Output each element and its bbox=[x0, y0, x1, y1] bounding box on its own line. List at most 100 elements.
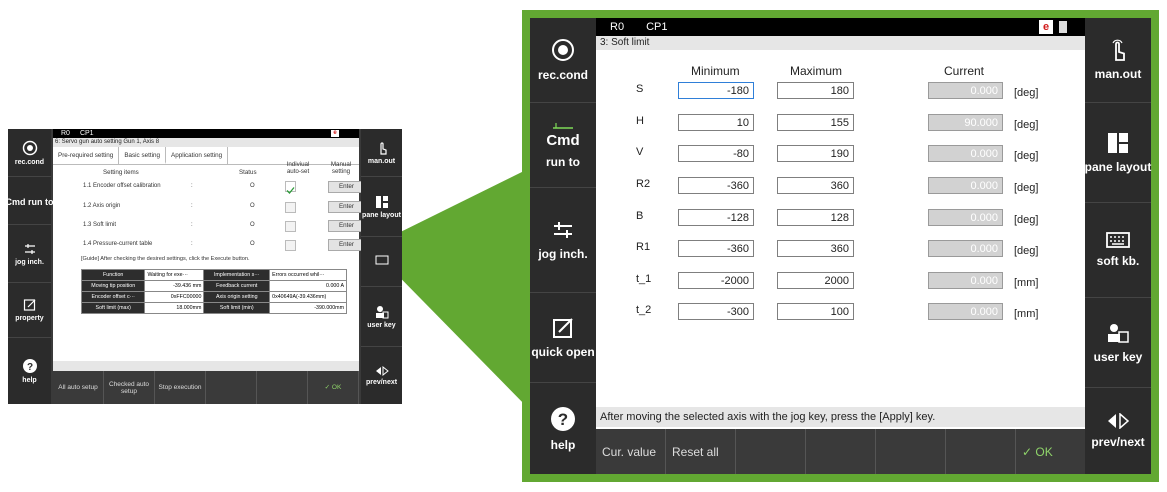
max-input-s[interactable]: 180 bbox=[777, 82, 854, 99]
small-row-checkbox[interactable] bbox=[285, 221, 296, 232]
empty-softkey[interactable] bbox=[206, 371, 257, 404]
sliders-icon bbox=[24, 243, 35, 254]
small-user-key-button[interactable]: user key bbox=[361, 287, 402, 347]
unit-label: [deg] bbox=[1014, 150, 1039, 162]
table-row: Soft limit (max) 18.000mm Soft limit (mi… bbox=[80, 302, 347, 314]
table-row: Encoder offset c··· 0xFFC00000 Axis orig… bbox=[80, 291, 347, 303]
small-jog-inch-button[interactable]: jog inch. bbox=[8, 225, 51, 283]
axis-label: R1 bbox=[636, 241, 651, 253]
user-key-button[interactable]: user key bbox=[1085, 298, 1151, 388]
small-ok-button[interactable]: ✓ OK bbox=[308, 371, 359, 404]
empty-softkey[interactable] bbox=[946, 429, 1016, 474]
small-tool-label: CP1 bbox=[79, 130, 94, 137]
small-row-label-2: 1.2 Axis origin bbox=[83, 203, 121, 209]
quick-open-button[interactable]: quick open bbox=[530, 293, 596, 383]
min-input-r1[interactable]: -360 bbox=[678, 240, 754, 257]
small-row-enter-button[interactable]: Enter bbox=[328, 239, 365, 251]
all-auto-setup-button[interactable]: All auto setup bbox=[53, 371, 104, 404]
min-input-t1[interactable]: -2000 bbox=[678, 272, 754, 289]
min-input-v[interactable]: -80 bbox=[678, 145, 754, 162]
min-input-h[interactable]: 10 bbox=[678, 114, 754, 131]
prev-next-icon bbox=[375, 365, 389, 376]
jog-inch-button[interactable]: jog inch. bbox=[530, 188, 596, 293]
empty-softkey[interactable] bbox=[876, 429, 946, 474]
small-property-button[interactable]: property bbox=[8, 283, 51, 338]
max-input-r1[interactable]: 360 bbox=[777, 240, 854, 257]
reset-all-button[interactable]: Reset all bbox=[666, 429, 736, 474]
small-robot-label: R0 bbox=[61, 130, 70, 137]
small-man-out-button[interactable]: man.out bbox=[361, 129, 402, 177]
pane-layout-button[interactable]: pane layout bbox=[1085, 103, 1151, 203]
table-row: Function Waiting for exe··· Implementati… bbox=[80, 269, 347, 281]
hand-pointer-icon bbox=[1112, 39, 1125, 61]
empty-softkey[interactable] bbox=[806, 429, 876, 474]
small-row-enter-button[interactable]: Enter bbox=[328, 181, 365, 193]
empty-softkey[interactable] bbox=[257, 371, 308, 404]
ok-button[interactable]: ✓ OK bbox=[1016, 429, 1085, 474]
max-input-t1[interactable]: 2000 bbox=[777, 272, 854, 289]
min-input-t2[interactable]: -300 bbox=[678, 303, 754, 320]
current-value: 0.000 bbox=[928, 303, 1003, 320]
grid-cell: Soft limit (min) bbox=[203, 302, 271, 314]
min-input-b[interactable]: -128 bbox=[678, 209, 754, 226]
small-prev-next-button[interactable]: prev/next bbox=[361, 347, 402, 404]
help-icon: ? bbox=[22, 359, 37, 373]
stop-execution-button[interactable]: Stop execution bbox=[155, 371, 206, 404]
small-row-enter-button[interactable]: Enter bbox=[328, 201, 365, 213]
help-button[interactable]: ? help bbox=[530, 383, 596, 474]
robot-label: R0 bbox=[610, 21, 625, 33]
tab-application-setting[interactable]: Application setting bbox=[166, 147, 229, 164]
small-error-flag[interactable]: e bbox=[331, 130, 339, 137]
keyboard-icon bbox=[1106, 232, 1130, 248]
small-row-status: O bbox=[250, 183, 255, 189]
layout-icon bbox=[375, 195, 388, 208]
small-cmd-run-button[interactable]: Cmd run to bbox=[6, 177, 54, 225]
tab-pre-required[interactable]: Pre-required setting bbox=[53, 147, 120, 164]
prev-next-button[interactable]: prev/next bbox=[1085, 388, 1151, 474]
max-input-h[interactable]: 155 bbox=[777, 114, 854, 131]
small-row-colon: : bbox=[191, 222, 193, 228]
small-row-enter-button[interactable]: Enter bbox=[328, 220, 365, 232]
max-input-t2[interactable]: 100 bbox=[777, 303, 854, 320]
max-input-v[interactable]: 190 bbox=[777, 145, 854, 162]
small-rec-cond-button[interactable]: rec.cond bbox=[8, 129, 51, 177]
big-pendant-screen: rec.cond Cmd run to jog inch. quick open… bbox=[530, 18, 1151, 474]
min-input-s[interactable]: -180 bbox=[678, 82, 754, 99]
checked-auto-setup-button[interactable]: Checked auto setup bbox=[104, 371, 155, 404]
grid-cell: Soft limit (max) bbox=[80, 302, 146, 314]
small-info-grid: Function Waiting for exe··· Implementati… bbox=[80, 269, 347, 314]
keyboard-icon bbox=[375, 255, 388, 265]
small-row-label-3: 1.3 Soft limit bbox=[83, 222, 117, 228]
battery-icon bbox=[1059, 21, 1067, 33]
small-row-checkbox[interactable] bbox=[285, 240, 296, 251]
small-row-checkbox[interactable] bbox=[285, 202, 296, 213]
bottom-toolbar: Cur. value Reset all ✓ OK bbox=[596, 429, 1085, 474]
grid-cell: Waiting for exe··· bbox=[144, 269, 205, 281]
unit-label: [deg] bbox=[1014, 119, 1039, 131]
layout-icon bbox=[1108, 132, 1128, 153]
cmd-run-to-button[interactable]: Cmd run to bbox=[530, 103, 596, 188]
help-icon: ? bbox=[551, 406, 575, 431]
current-value: 0.000 bbox=[928, 145, 1003, 162]
axis-label: t_2 bbox=[636, 304, 652, 316]
small-help-button[interactable]: ? help bbox=[8, 338, 51, 404]
error-flag[interactable]: e bbox=[1039, 20, 1053, 34]
column-current: Current bbox=[944, 64, 985, 78]
small-row-checkbox-checked[interactable] bbox=[285, 181, 296, 194]
soft-kb-button[interactable]: soft kb. bbox=[1085, 203, 1151, 298]
current-value: 0.000 bbox=[928, 240, 1003, 257]
svg-text:?: ? bbox=[26, 362, 32, 373]
current-value: 90.000 bbox=[928, 114, 1003, 131]
max-input-r2[interactable]: 360 bbox=[777, 177, 854, 194]
tab-basic-setting[interactable]: Basic setting bbox=[119, 147, 167, 164]
rec-cond-button[interactable]: rec.cond bbox=[530, 18, 596, 103]
cur-value-button[interactable]: Cur. value bbox=[596, 429, 666, 474]
min-input-r2[interactable]: -360 bbox=[678, 177, 754, 194]
max-input-b[interactable]: 128 bbox=[777, 209, 854, 226]
man-out-button[interactable]: man.out bbox=[1085, 18, 1151, 103]
small-pane-layout-button[interactable]: pane layout bbox=[361, 177, 402, 237]
grid-cell: -390.000mm bbox=[269, 302, 347, 314]
empty-softkey[interactable] bbox=[736, 429, 806, 474]
unit-label: [deg] bbox=[1014, 182, 1039, 194]
small-soft-kb-button[interactable] bbox=[361, 237, 402, 287]
